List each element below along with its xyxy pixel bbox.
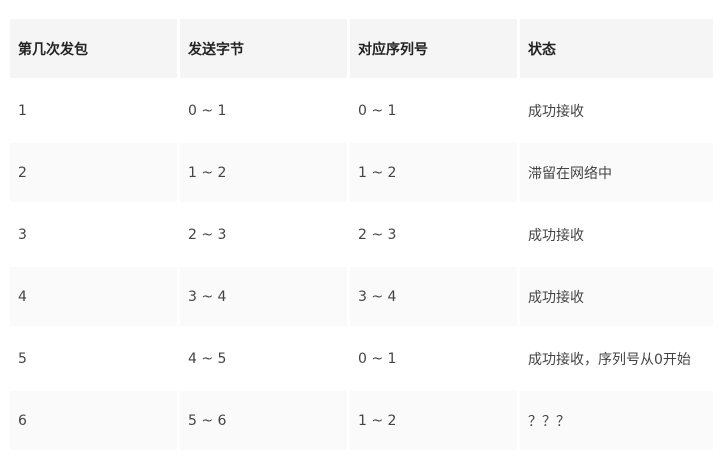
table-row: 5 4 ~ 5 0 ~ 1 成功接收，序列号从0开始 <box>10 329 713 388</box>
cell-status: 成功接收 <box>520 267 713 326</box>
cell-sequence-number: 1 ~ 2 <box>350 391 517 450</box>
cell-sequence-number: 3 ~ 4 <box>350 267 517 326</box>
cell-status: 成功接收，序列号从0开始 <box>520 329 713 388</box>
header-status: 状态 <box>520 19 713 78</box>
cell-sent-bytes: 0 ~ 1 <box>180 81 347 140</box>
cell-sequence-number: 2 ~ 3 <box>350 205 517 264</box>
cell-sent-bytes: 2 ~ 3 <box>180 205 347 264</box>
table-body: 1 0 ~ 1 0 ~ 1 成功接收 2 1 ~ 2 1 ~ 2 滞留在网络中 … <box>10 81 713 450</box>
table-header: 第几次发包 发送字节 对应序列号 状态 <box>10 19 713 78</box>
header-row: 第几次发包 发送字节 对应序列号 状态 <box>10 19 713 78</box>
table-row: 1 0 ~ 1 0 ~ 1 成功接收 <box>10 81 713 140</box>
cell-status: ？？？ <box>520 391 713 450</box>
cell-sequence-number: 0 ~ 1 <box>350 329 517 388</box>
cell-send-count: 6 <box>10 391 177 450</box>
cell-send-count: 1 <box>10 81 177 140</box>
cell-send-count: 2 <box>10 143 177 202</box>
header-sent-bytes: 发送字节 <box>180 19 347 78</box>
cell-sent-bytes: 1 ~ 2 <box>180 143 347 202</box>
cell-status: 成功接收 <box>520 205 713 264</box>
header-sequence-number: 对应序列号 <box>350 19 517 78</box>
cell-sequence-number: 1 ~ 2 <box>350 143 517 202</box>
cell-send-count: 5 <box>10 329 177 388</box>
table-row: 3 2 ~ 3 2 ~ 3 成功接收 <box>10 205 713 264</box>
cell-sent-bytes: 5 ~ 6 <box>180 391 347 450</box>
cell-send-count: 4 <box>10 267 177 326</box>
cell-send-count: 3 <box>10 205 177 264</box>
table-row: 4 3 ~ 4 3 ~ 4 成功接收 <box>10 267 713 326</box>
cell-status: 成功接收 <box>520 81 713 140</box>
packet-table-container: 第几次发包 发送字节 对应序列号 状态 1 0 ~ 1 0 ~ 1 成功接收 2… <box>7 16 713 453</box>
cell-sent-bytes: 3 ~ 4 <box>180 267 347 326</box>
cell-sent-bytes: 4 ~ 5 <box>180 329 347 388</box>
table-row: 2 1 ~ 2 1 ~ 2 滞留在网络中 <box>10 143 713 202</box>
packet-table: 第几次发包 发送字节 对应序列号 状态 1 0 ~ 1 0 ~ 1 成功接收 2… <box>7 16 716 453</box>
cell-status: 滞留在网络中 <box>520 143 713 202</box>
header-send-count: 第几次发包 <box>10 19 177 78</box>
cell-sequence-number: 0 ~ 1 <box>350 81 517 140</box>
table-row: 6 5 ~ 6 1 ~ 2 ？？？ <box>10 391 713 450</box>
